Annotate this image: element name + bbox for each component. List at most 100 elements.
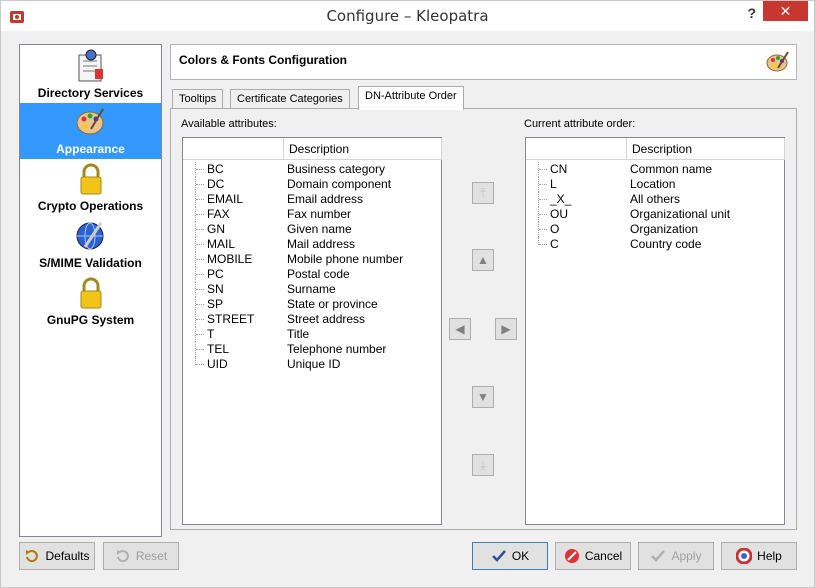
sidebar-item-gnupg-system[interactable]: GnuPG System xyxy=(20,274,161,330)
checkmark-icon xyxy=(491,550,506,562)
attribute-row[interactable]: DC Domain component xyxy=(183,177,441,192)
add-attribute-button[interactable]: ▶ xyxy=(495,318,517,340)
attribute-row[interactable]: GN Given name xyxy=(183,222,441,237)
tree-connector xyxy=(539,184,547,185)
attribute-code: C xyxy=(550,237,559,251)
attribute-row[interactable]: O Organization xyxy=(526,222,784,237)
attribute-row[interactable]: T Title xyxy=(183,327,441,342)
attribute-description: Unique ID xyxy=(287,357,341,371)
attribute-code: SP xyxy=(207,297,224,311)
attribute-code: GN xyxy=(207,222,225,236)
globe-wrench-icon xyxy=(76,222,104,250)
palette-icon xyxy=(76,108,104,135)
attribute-row[interactable]: SP State or province xyxy=(183,297,441,312)
tree-connector xyxy=(196,289,204,290)
cancel-button[interactable]: Cancel xyxy=(555,542,631,570)
defaults-button[interactable]: Defaults xyxy=(19,542,95,570)
tab-tooltips[interactable]: Tooltips xyxy=(172,89,224,109)
cancel-icon xyxy=(564,549,579,563)
attribute-description: Location xyxy=(630,177,676,191)
attribute-row[interactable]: MOBILE Mobile phone number xyxy=(183,252,441,267)
attribute-row[interactable]: TEL Telephone number xyxy=(183,342,441,357)
help-title-button[interactable]: ? xyxy=(747,5,756,21)
sidebar-item-crypto-operations[interactable]: Crypto Operations xyxy=(20,160,161,216)
available-attributes-list[interactable]: Description BC Business category DC Domain … xyxy=(182,137,442,525)
attribute-code: T xyxy=(207,327,215,341)
attribute-row[interactable]: UID Unique ID xyxy=(183,357,441,372)
config-sidebar: Directory Services Appearance Crypto Ope… xyxy=(19,44,162,537)
tree-connector xyxy=(196,259,204,260)
tree-connector xyxy=(196,349,204,350)
ok-button[interactable]: OK xyxy=(472,542,548,570)
attribute-row[interactable]: OU Organizational unit xyxy=(526,207,784,222)
help-label: Help xyxy=(757,549,782,563)
available-attributes-label: Available attributes: xyxy=(181,118,277,130)
remove-attribute-button[interactable]: ◀ xyxy=(449,318,471,340)
attribute-row[interactable]: BC Business category xyxy=(183,162,441,177)
tree-connector xyxy=(196,199,204,200)
move-to-bottom-button[interactable]: ⤓ xyxy=(472,454,494,476)
page-title: Colors & Fonts Configuration xyxy=(179,53,347,67)
sidebar-item-label: Crypto Operations xyxy=(37,199,144,213)
attribute-description: Telephone number xyxy=(287,342,387,356)
move-down-button[interactable]: ▼ xyxy=(472,386,494,408)
attribute-description: Common name xyxy=(630,162,713,176)
attribute-row[interactable]: EMAIL Email address xyxy=(183,192,441,207)
attribute-row[interactable]: CN Common name xyxy=(526,162,784,177)
attribute-row[interactable]: L Location xyxy=(526,177,784,192)
attribute-row[interactable]: STREET Street address xyxy=(183,312,441,327)
current-attribute-order-list[interactable]: Description CN Common name L Location _X_ All… xyxy=(525,137,785,525)
description-column-header[interactable]: Description xyxy=(632,142,692,156)
attribute-description: Mail address xyxy=(287,237,356,251)
description-column-header[interactable]: Description xyxy=(289,142,349,156)
title-bar: Configure – Kleopatra ? ✕ xyxy=(1,1,814,31)
tab-certificate-categories[interactable]: Certificate Categories xyxy=(230,89,350,109)
attribute-code: FAX xyxy=(207,207,230,221)
tree-connector xyxy=(196,274,204,275)
attribute-row[interactable]: C Country code xyxy=(526,237,784,252)
tree-connector xyxy=(539,199,547,200)
ok-label: OK xyxy=(511,549,530,563)
attribute-code: SN xyxy=(207,282,224,296)
attribute-description: Organizational unit xyxy=(630,207,731,221)
attribute-code: _X_ xyxy=(550,192,572,206)
sidebar-item-smime-validation[interactable]: S/MIME Validation xyxy=(20,217,161,273)
checkmark-icon xyxy=(651,550,666,562)
attribute-description: Title xyxy=(287,327,310,341)
sidebar-item-label: GnuPG System xyxy=(46,313,135,327)
tree-connector xyxy=(539,214,547,215)
list-header: Description xyxy=(526,138,785,160)
tree-connector xyxy=(196,364,204,365)
sidebar-item-appearance[interactable]: Appearance xyxy=(20,103,161,159)
attribute-description: Postal code xyxy=(287,267,350,281)
attribute-code: MOBILE xyxy=(207,252,253,266)
sidebar-item-label: Directory Services xyxy=(37,86,144,100)
close-window-button[interactable]: ✕ xyxy=(763,1,808,21)
attribute-row[interactable]: PC Postal code xyxy=(183,267,441,282)
help-button[interactable]: Help xyxy=(721,542,797,570)
attribute-row[interactable]: _X_ All others xyxy=(526,192,784,207)
tree-connector xyxy=(196,214,204,215)
sidebar-item-directory-services[interactable]: Directory Services xyxy=(20,47,161,103)
current-attribute-order-label: Current attribute order: xyxy=(524,118,636,130)
dn-attribute-order-pane: Available attributes: Description BC Busi… xyxy=(170,108,797,530)
tree-connector xyxy=(196,334,204,335)
move-up-button[interactable]: ▲ xyxy=(472,249,494,271)
move-to-top-button[interactable]: ⤒ xyxy=(472,182,494,204)
attribute-row[interactable]: MAIL Mail address xyxy=(183,237,441,252)
apply-button[interactable]: Apply xyxy=(638,542,714,570)
attribute-description: Business category xyxy=(287,162,386,176)
attribute-row[interactable]: FAX Fax number xyxy=(183,207,441,222)
reset-button[interactable]: Reset xyxy=(103,542,179,570)
tab-dn-attribute-order[interactable]: DN-Attribute Order xyxy=(358,86,464,110)
tree-connector xyxy=(196,229,204,230)
tree-connector xyxy=(539,229,547,230)
attribute-row[interactable]: SN Surname xyxy=(183,282,441,297)
attribute-code: OU xyxy=(550,207,568,221)
attribute-description: All others xyxy=(630,192,681,206)
attribute-description: Street address xyxy=(287,312,366,326)
reset-label: Reset xyxy=(135,549,168,563)
attribute-code: MAIL xyxy=(207,237,236,251)
tree-connector xyxy=(196,319,204,320)
attribute-description: Mobile phone number xyxy=(287,252,404,266)
